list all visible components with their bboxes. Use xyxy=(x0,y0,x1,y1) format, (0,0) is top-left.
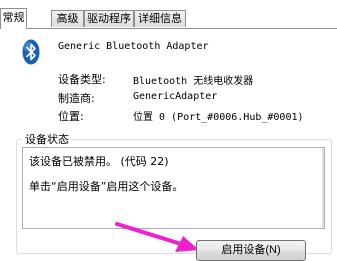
pointer-arrow-annotation xyxy=(115,222,199,252)
status-scrollbar[interactable] xyxy=(322,148,324,228)
tab-divider xyxy=(0,28,337,29)
device-name: Generic Bluetooth Adapter xyxy=(58,41,209,52)
tab-bar: 驱动程序 详细信息 常规 高级 xyxy=(0,0,337,29)
location-value: 位置 0 (Port_#0006.Hub_#0001) xyxy=(133,112,304,123)
status-line-hint: 单击“启用设备”启用这个设备。 xyxy=(29,180,184,193)
tab-driver[interactable]: 驱动程序 xyxy=(84,10,134,27)
tab-general[interactable]: 常规 xyxy=(0,8,27,29)
tab-advanced-2[interactable]: 高级 xyxy=(51,10,84,27)
manufacturer-value: GenericAdapter xyxy=(133,91,218,102)
manufacturer-label: 制造商: xyxy=(58,92,95,105)
tab-details[interactable]: 详细信息 xyxy=(134,10,186,27)
status-line-disabled: 该设备已被禁用。 (代码 22) xyxy=(29,155,169,168)
device-status-textbox[interactable]: 该设备已被禁用。 (代码 22) 单击“启用设备”启用这个设备。 xyxy=(22,147,325,229)
device-type-label: 设备类型: xyxy=(58,73,106,86)
device-status-title: 设备状态 xyxy=(22,131,72,147)
enable-device-button[interactable]: 启用设备(N) xyxy=(196,240,306,261)
device-type-value: Bluetooth 无线电收发器 xyxy=(133,76,254,87)
bluetooth-icon xyxy=(22,39,40,65)
location-label: 位置: xyxy=(58,110,84,123)
